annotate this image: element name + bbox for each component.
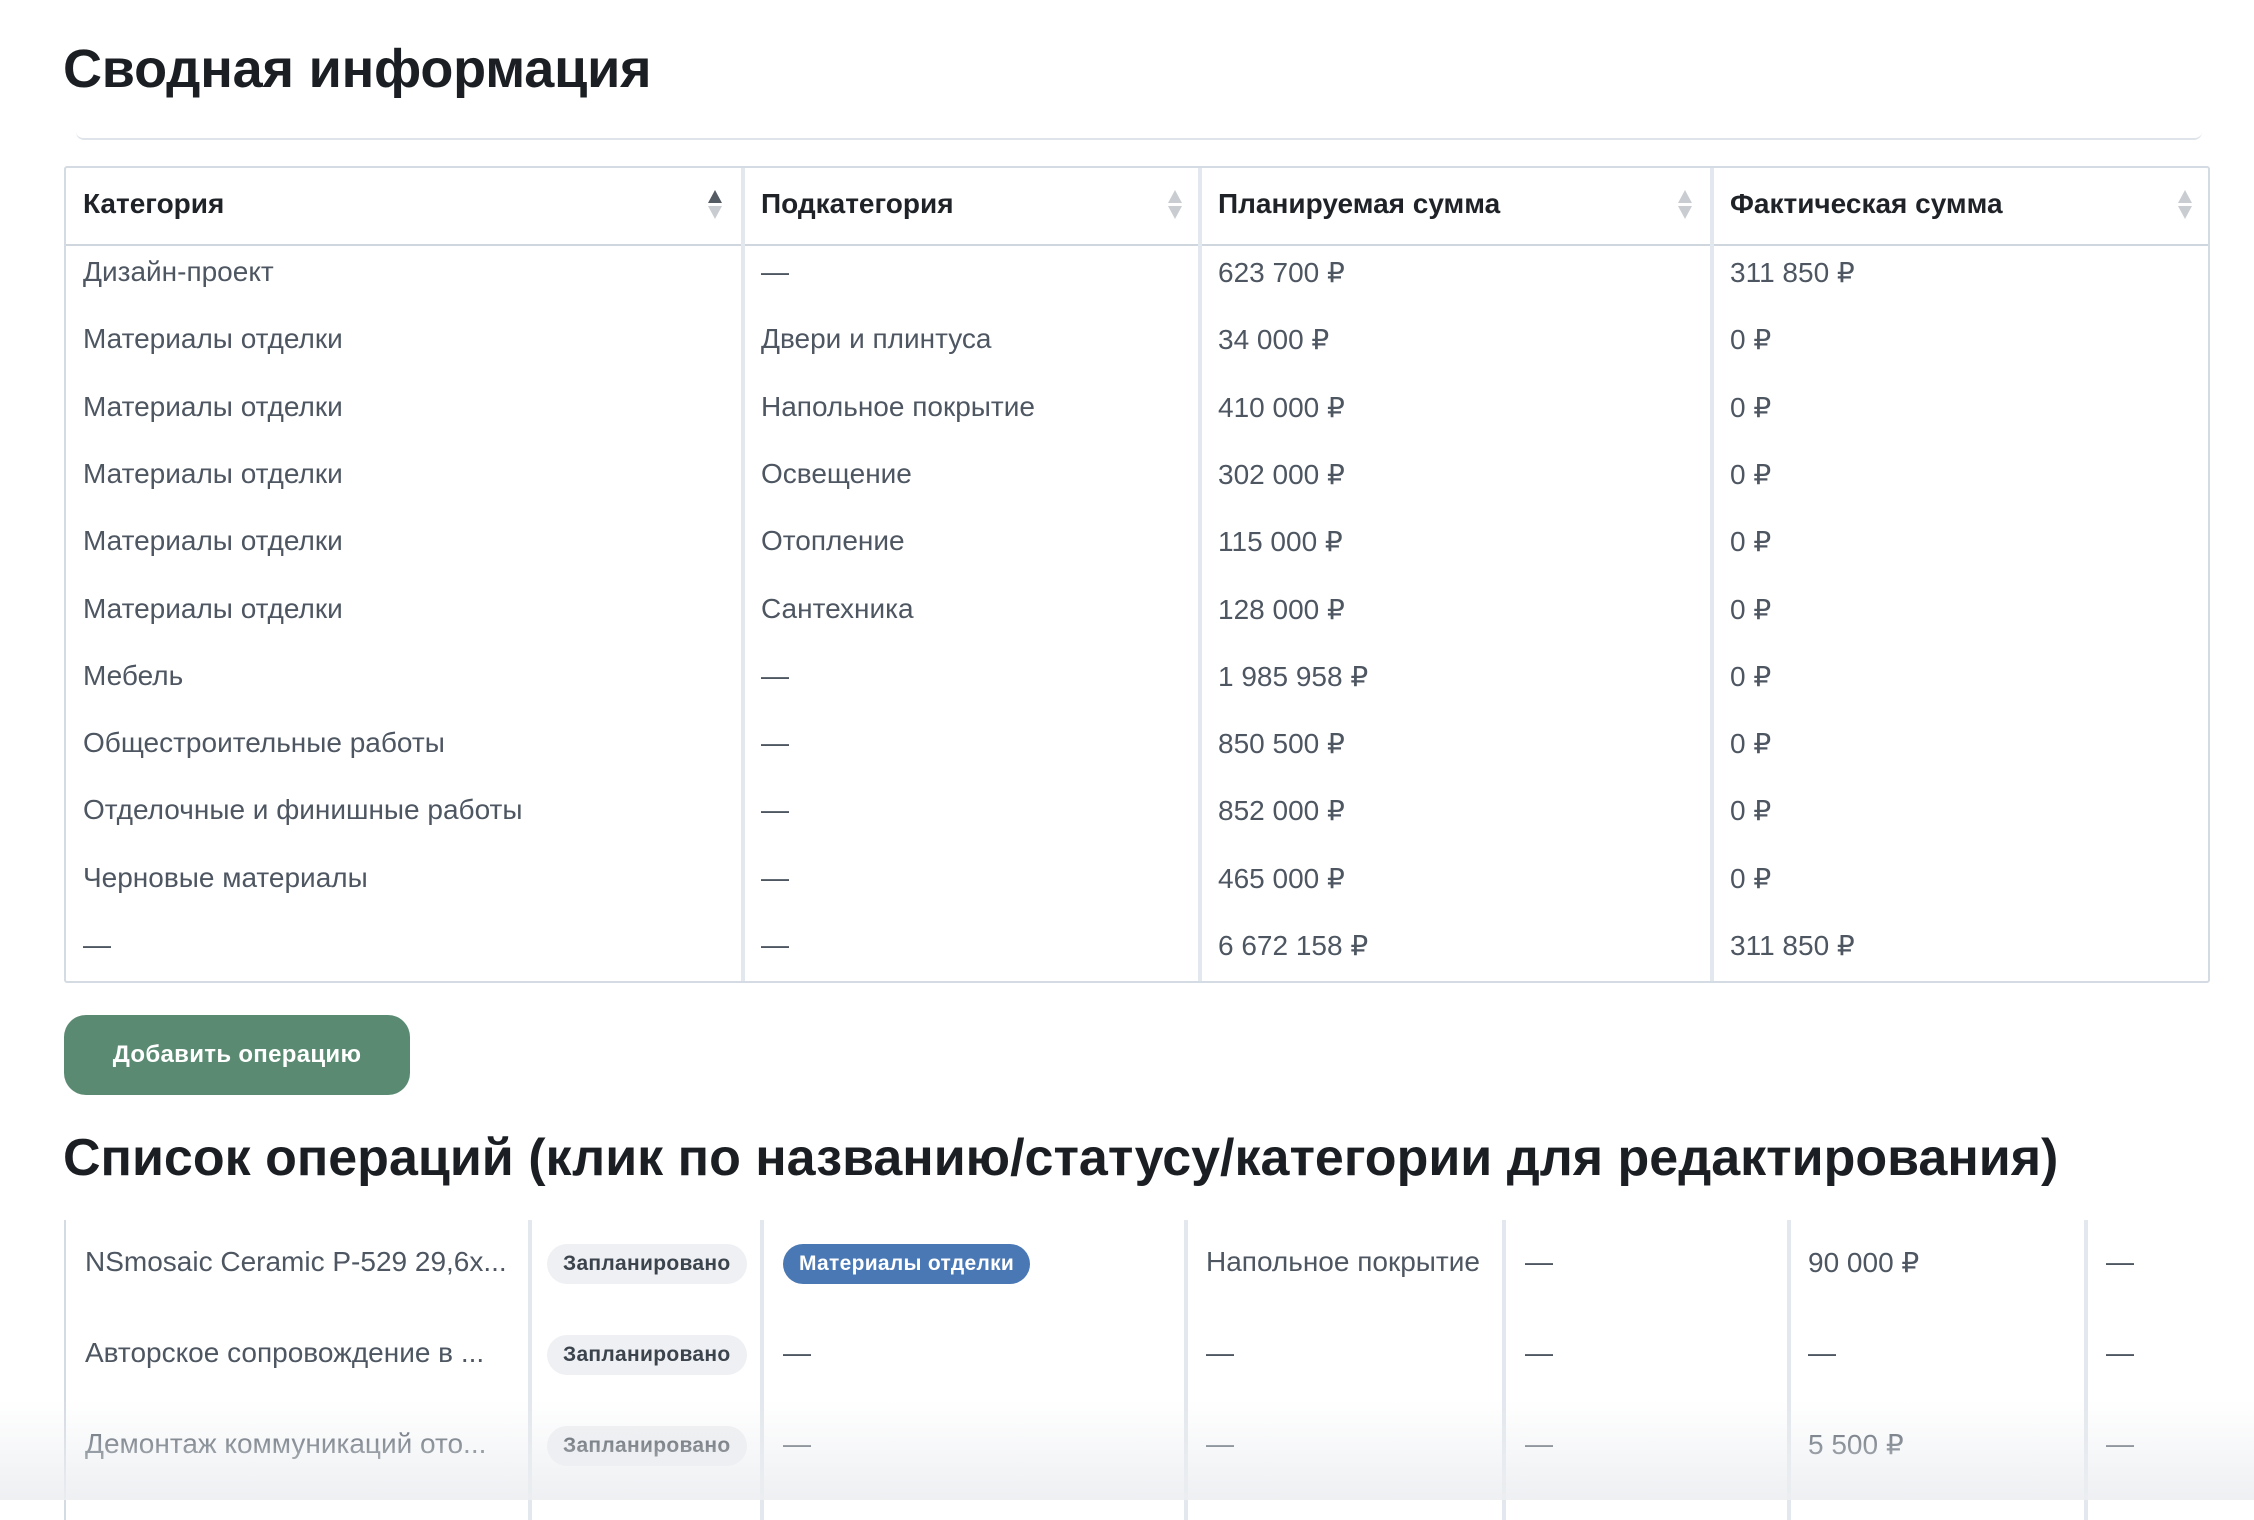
subcategory: — — [1206, 1337, 1234, 1368]
table-row: Материалы отделки Сантехника 128 000 ₽ 0 ₽ — [66, 581, 2208, 648]
cell-category: Материалы отделки — [83, 323, 343, 355]
column-header-category[interactable]: Категория — [83, 188, 224, 220]
table-row: — — 6 672 158 ₽ 311 850 ₽ — [66, 917, 2208, 984]
operation-name[interactable]: NSmosaic Ceramic P-529 29,6x... — [85, 1246, 507, 1278]
cell-category: Отделочные и финишные работы — [83, 794, 523, 826]
subcategory: Напольное покрытие — [1206, 1246, 1480, 1277]
cell-actual: 0 ₽ — [1730, 862, 1772, 894]
summary-table: Категория Подкатегория Планируемая сумма… — [64, 166, 2210, 983]
cell-category: Материалы отделки — [83, 390, 343, 422]
cell-actual: 0 ₽ — [1730, 728, 1772, 760]
cell-category: — — [83, 929, 111, 960]
column-header-actual[interactable]: Фактическая сумма — [1730, 188, 2003, 220]
cell-actual: 0 ₽ — [1730, 458, 1772, 490]
cell-category: Черновые материалы — [83, 861, 368, 893]
cell-planned: 623 700 ₽ — [1218, 257, 1345, 288]
operations-list: NSmosaic Ceramic P-529 29,6x... Запланиро… — [64, 1220, 2212, 1520]
cell-subcategory: — — [761, 659, 789, 691]
cell-subcategory: — — [761, 861, 789, 893]
sort-icon-actual[interactable] — [2178, 190, 2192, 220]
operations-title: Список операций (клик по названию/статус… — [63, 1129, 2059, 1187]
operation-amount: 5 500 ₽ — [1808, 1429, 1904, 1460]
operation-extra: — — [2106, 1428, 2134, 1459]
cell-subcategory: — — [761, 727, 789, 759]
cell-planned: 6 672 158 ₽ — [1218, 930, 1369, 961]
operation-extra: — — [2106, 1246, 2134, 1277]
cell-subcategory: — — [761, 256, 789, 287]
add-operation-button[interactable]: Добавить операцию — [64, 1015, 410, 1095]
cell-subcategory: Отопление — [761, 525, 905, 557]
cell-planned: 34 000 ₽ — [1218, 324, 1330, 356]
cell-subcategory: Двери и плинтуса — [761, 323, 992, 355]
cell-category: Материалы отделки — [83, 457, 343, 489]
cell-planned: 1 985 958 ₽ — [1218, 660, 1369, 692]
cell-planned: 115 000 ₽ — [1218, 526, 1343, 558]
sort-icon-category[interactable] — [708, 190, 722, 220]
sort-icon-planned[interactable] — [1678, 190, 1692, 220]
cell-category: Материалы отделки — [83, 592, 343, 624]
table-row: Материалы отделки Двери и плинтуса 34 000 … — [66, 311, 2208, 378]
cell-actual: 311 850 ₽ — [1730, 257, 1855, 288]
list-item: NSmosaic Ceramic P-529 29,6x... Запланиро… — [66, 1220, 2212, 1310]
cell-category: Общестроительные работы — [83, 727, 445, 759]
table-row: Общестроительные работы — 850 500 ₽ 0 ₽ — [66, 715, 2208, 782]
category-tag[interactable]: — — [783, 1428, 811, 1460]
cell-subcategory: — — [761, 794, 789, 826]
cell-subcategory: Сантехника — [761, 592, 914, 624]
operation-amount: — — [1808, 1337, 1836, 1368]
list-item: Демонтаж коммуникаций ото... Запланирован… — [66, 1402, 2212, 1492]
cell-subcategory: — — [761, 929, 789, 960]
cell-planned: 410 000 ₽ — [1218, 391, 1345, 423]
operation-amount: 90 000 ₽ — [1808, 1247, 1920, 1278]
category-tag[interactable]: Материалы отделки — [783, 1244, 1031, 1284]
table-row: Материалы отделки Отопление 115 000 ₽ 0 ₽ — [66, 513, 2208, 580]
table-row: Отделочные и финишные работы — 852 000 ₽ 0 … — [66, 782, 2208, 849]
column-header-subcategory[interactable]: Подкатегория — [761, 188, 954, 220]
cell-planned: 302 000 ₽ — [1218, 458, 1345, 490]
summary-title: Сводная информация — [63, 39, 652, 99]
cell-category: Материалы отделки — [83, 525, 343, 557]
cell-actual: 311 850 ₽ — [1730, 930, 1855, 961]
subcategory: — — [1206, 1428, 1234, 1459]
table-row: Черновые материалы — 465 000 ₽ 0 ₽ — [66, 850, 2208, 917]
operation-extra: — — [2106, 1337, 2134, 1368]
operation-name[interactable]: Авторское сопровождение в ... — [85, 1337, 484, 1369]
cell-subcategory: Освещение — [761, 457, 912, 489]
cell-category: Мебель — [83, 659, 184, 691]
cell-planned: 465 000 ₽ — [1218, 862, 1345, 894]
table-row: Материалы отделки Напольное покрытие 410 0… — [66, 379, 2208, 446]
column-header-planned[interactable]: Планируемая сумма — [1218, 188, 1500, 220]
category-tag[interactable]: — — [783, 1337, 811, 1369]
table-row: Материалы отделки Освещение 302 000 ₽ 0 ₽ — [66, 446, 2208, 513]
summary-table-header: Категория Подкатегория Планируемая сумма… — [66, 168, 2208, 246]
cell-actual: 0 ₽ — [1730, 324, 1772, 356]
cell-actual: 0 ₽ — [1730, 391, 1772, 423]
status-badge[interactable]: Запланировано — [547, 1426, 747, 1466]
status-badge[interactable]: Запланировано — [547, 1244, 747, 1284]
cell-actual: 0 ₽ — [1730, 795, 1772, 827]
table-row: Мебель — 1 985 958 ₽ 0 ₽ — [66, 648, 2208, 715]
cell-planned: 852 000 ₽ — [1218, 795, 1345, 827]
operation-date: — — [1525, 1246, 1553, 1277]
cell-actual: 0 ₽ — [1730, 593, 1772, 625]
cell-planned: 850 500 ₽ — [1218, 728, 1345, 760]
table-row: Дизайн-проект — 623 700 ₽ 311 850 ₽ — [66, 244, 2208, 311]
cell-planned: 128 000 ₽ — [1218, 593, 1345, 625]
cell-subcategory: Напольное покрытие — [761, 390, 1035, 422]
operation-date: — — [1525, 1337, 1553, 1368]
operation-date: — — [1525, 1428, 1553, 1459]
cell-category: Дизайн-проект — [83, 256, 274, 287]
list-item: Авторское сопровождение в ... Запланирова… — [66, 1311, 2212, 1401]
operation-name[interactable]: Демонтаж коммуникаций ото... — [85, 1428, 486, 1460]
cell-actual: 0 ₽ — [1730, 526, 1772, 558]
status-badge[interactable]: Запланировано — [547, 1335, 747, 1375]
section-divider — [76, 132, 2202, 140]
cell-actual: 0 ₽ — [1730, 660, 1772, 692]
sort-icon-subcategory[interactable] — [1168, 190, 1182, 220]
